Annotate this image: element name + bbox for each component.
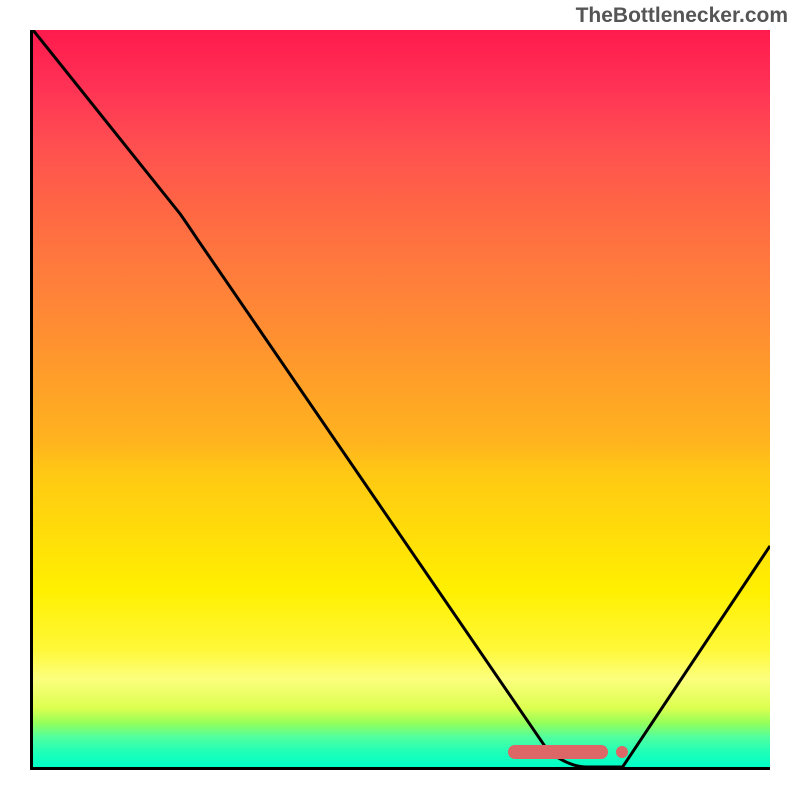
chart-area <box>30 30 770 770</box>
optimal-point-marker <box>616 746 628 758</box>
optimal-range-marker <box>508 745 608 759</box>
chart-curve <box>33 30 770 767</box>
watermark-text: TheBottlenecker.com <box>576 4 788 28</box>
